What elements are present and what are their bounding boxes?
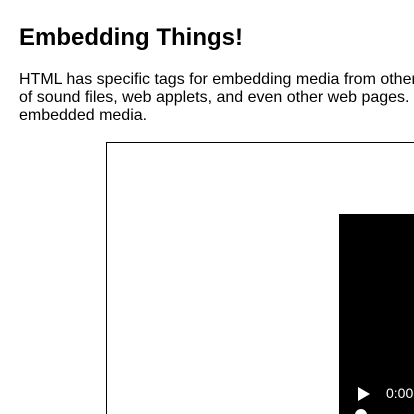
- intro-line-2: of sound files, web applets, and even ot…: [19, 89, 410, 106]
- video-current-time: 0:00: [386, 385, 414, 401]
- intro-line-1: HTML has specific tags for embedding med…: [19, 71, 414, 88]
- intro-paragraph: HTML has specific tags for embedding med…: [19, 71, 414, 125]
- page-title: Embedding Things!: [19, 24, 243, 51]
- video-player[interactable]: 0:00: [339, 214, 414, 414]
- intro-line-3: embedded media.: [19, 107, 148, 124]
- embedded-page-frame: 0:00: [106, 142, 414, 414]
- play-icon-glyph: [358, 387, 370, 401]
- play-icon[interactable]: [357, 386, 371, 402]
- video-progress-thumb[interactable]: [355, 409, 367, 414]
